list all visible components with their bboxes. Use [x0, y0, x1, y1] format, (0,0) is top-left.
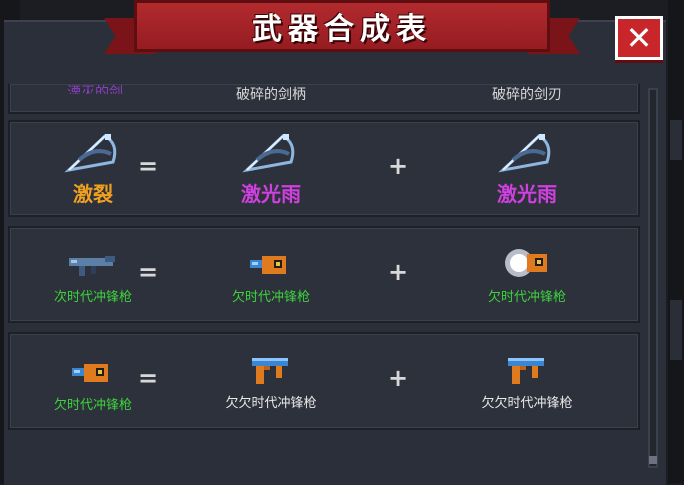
part1-label: 激光雨	[241, 182, 301, 206]
partial-result-label: 湮灭的剑	[67, 85, 123, 101]
plus-sign: +	[388, 152, 409, 180]
blaster-icon	[72, 364, 108, 382]
part1-label: 欠时代冲锋枪	[231, 290, 310, 305]
smg-icon	[69, 256, 115, 276]
partial-part1-label: 破碎的剑柄	[236, 87, 306, 103]
part2-label: 激光雨	[497, 182, 557, 206]
recipe-part1[interactable]: 欠时代冲锋枪	[196, 250, 346, 305]
pistol-icon	[508, 358, 544, 384]
recipe-part1[interactable]: 激光雨	[196, 130, 346, 207]
close-button[interactable]: ✕	[615, 16, 663, 60]
equals-sign: =	[138, 152, 159, 180]
part1-label: 欠欠时代冲锋枪	[225, 396, 317, 411]
plus-sign: +	[388, 258, 409, 286]
result-label: 次时代冲锋枪	[53, 290, 132, 305]
plus-sign: +	[388, 364, 409, 392]
title-banner: 武器合成表	[134, 0, 550, 52]
glowing-blaster-icon	[505, 249, 547, 277]
recipe-row[interactable]: 激裂 = 激光雨 + 激光雨	[8, 120, 640, 217]
recipe-row[interactable]: 次时代冲锋枪 = 欠时代冲锋枪 + 欠时代冲锋枪	[8, 226, 640, 323]
result-label: 激裂	[73, 182, 113, 206]
recipe-row-partial: 湮灭的剑 破碎的剑柄 破碎的剑刃	[8, 84, 640, 114]
bow-icon	[498, 134, 551, 173]
part2-label: 欠时代冲锋枪	[487, 290, 566, 305]
partial-part2-label: 破碎的剑刃	[492, 87, 562, 103]
scrollbar[interactable]	[648, 88, 658, 468]
page-title: 武器合成表	[252, 12, 432, 47]
recipe-part2[interactable]: 激光雨	[452, 130, 602, 207]
bow-icon	[64, 134, 117, 173]
recipe-part1[interactable]: 欠欠时代冲锋枪	[196, 354, 346, 411]
equals-sign: =	[138, 258, 159, 286]
part2-label: 欠欠时代冲锋枪	[481, 396, 573, 411]
result-label: 欠时代冲锋枪	[53, 398, 132, 413]
recipe-part2[interactable]: 欠欠时代冲锋枪	[452, 354, 602, 411]
recipe-part2[interactable]: 欠时代冲锋枪	[452, 246, 602, 305]
recipe-row[interactable]: 欠时代冲锋枪 = 欠欠时代冲锋枪 + 欠欠时代冲锋枪	[8, 332, 640, 430]
bow-icon	[242, 134, 295, 173]
background-right	[668, 0, 684, 483]
close-icon: ✕	[625, 19, 653, 57]
equals-sign: =	[138, 364, 159, 392]
pistol-icon	[252, 358, 288, 384]
scrollbar-thumb[interactable]	[649, 456, 657, 464]
blaster-icon	[250, 256, 286, 274]
